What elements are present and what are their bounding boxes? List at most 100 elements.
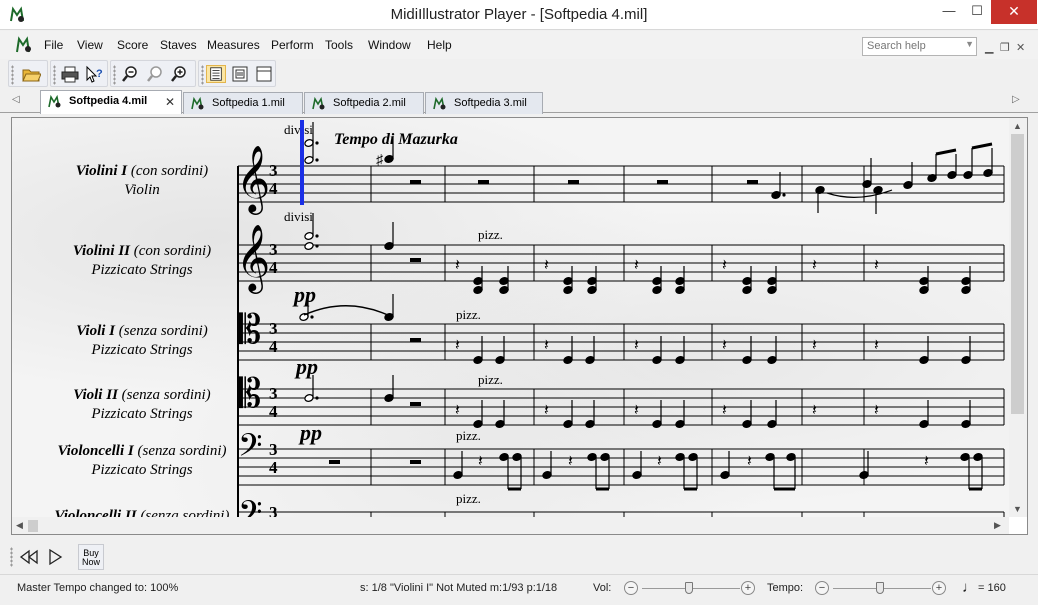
scroll-right-icon[interactable]: ▶ bbox=[994, 520, 1001, 531]
quarter-rest: 𝄽 bbox=[634, 400, 639, 419]
tempo-slider[interactable]: − + bbox=[815, 579, 949, 597]
notes: ♯ 𝄽 𝄽 𝄽 𝄽 𝄽 𝄽 𝄽 𝄽 𝄽 𝄽 𝄽 𝄽 𝄽 𝄽 𝄽 𝄽 𝄽 𝄽 𝄽 𝄽 𝄽 𝄽 𝄽 bbox=[299, 122, 993, 491]
menu-score[interactable]: Score bbox=[117, 38, 148, 52]
tempo-decrease-button[interactable]: − bbox=[815, 581, 829, 595]
menu-measures[interactable]: Measures bbox=[207, 38, 260, 52]
volume-decrease-button[interactable]: − bbox=[624, 581, 638, 595]
buy-now-button[interactable]: Buy Now bbox=[78, 544, 104, 570]
treble-clef-icon: 𝄞 bbox=[236, 223, 270, 294]
quarter-rest: 𝄽 bbox=[657, 451, 662, 470]
menu-tools[interactable]: Tools bbox=[325, 38, 353, 52]
title-bar: MidiIllustrator Player - [Softpedia 4.mi… bbox=[0, 0, 1038, 30]
tempo-knob[interactable] bbox=[876, 582, 884, 594]
tab-scroll-left-icon[interactable]: ◁ bbox=[12, 94, 20, 105]
tab-label: Softpedia 1.mil bbox=[212, 97, 285, 109]
scroll-view-icon[interactable] bbox=[230, 65, 250, 83]
maximize-button[interactable]: ☐ bbox=[963, 0, 991, 24]
menu-view[interactable]: View bbox=[77, 38, 103, 52]
time-sig-bottom: 4 bbox=[269, 179, 278, 198]
zoom-reset-icon[interactable] bbox=[145, 65, 165, 83]
bass-clef-icon: 𝄢 bbox=[238, 494, 262, 517]
document-tab-bar: ◁ ▷ Softpedia 4.mil ✕ Softpedia 1.mil So… bbox=[0, 89, 1038, 114]
mdi-minimize-button[interactable]: ▁ bbox=[985, 41, 993, 54]
dot bbox=[315, 244, 319, 248]
rewind-icon[interactable] bbox=[18, 547, 40, 567]
toolbar-grip[interactable] bbox=[53, 65, 56, 85]
alto-clef-icon: 𝄡 bbox=[239, 307, 261, 353]
dot bbox=[315, 396, 319, 400]
horizontal-scroll-thumb[interactable] bbox=[28, 520, 38, 532]
playhead-cursor[interactable] bbox=[300, 120, 304, 205]
mdi-restore-button[interactable]: ❐ bbox=[1000, 41, 1010, 54]
menu-help[interactable]: Help bbox=[427, 38, 452, 52]
quarter-rest: 𝄽 bbox=[544, 255, 549, 274]
tab-softpedia-4[interactable]: Softpedia 4.mil ✕ bbox=[40, 90, 182, 114]
quarter-note-icon: ♩ bbox=[962, 579, 977, 596]
scroll-left-icon[interactable]: ◀ bbox=[16, 520, 23, 531]
document-icon[interactable] bbox=[14, 35, 34, 55]
toolbar-grip[interactable] bbox=[10, 547, 13, 567]
open-folder-icon[interactable] bbox=[21, 65, 41, 83]
quarter-rest: 𝄽 bbox=[455, 255, 460, 274]
dynamic-pp: pp bbox=[292, 282, 316, 307]
window-title: MidiIllustrator Player - [Softpedia 4.mi… bbox=[390, 6, 648, 23]
zoom-out-icon[interactable] bbox=[120, 65, 140, 83]
tab-softpedia-1[interactable]: Softpedia 1.mil bbox=[183, 92, 303, 114]
minimize-button[interactable]: — bbox=[935, 0, 963, 24]
search-help-input[interactable]: Search help ▼ bbox=[862, 37, 977, 56]
quarter-rest: 𝄽 bbox=[455, 335, 460, 354]
quarter-rest: 𝄽 bbox=[874, 255, 879, 274]
volume-knob[interactable] bbox=[685, 582, 693, 594]
play-icon[interactable] bbox=[44, 547, 66, 567]
menu-window[interactable]: Window bbox=[368, 38, 411, 52]
close-button[interactable]: ✕ bbox=[991, 0, 1037, 24]
tab-scroll-right-icon[interactable]: ▷ bbox=[1012, 94, 1020, 105]
scroll-up-icon[interactable]: ▲ bbox=[1013, 121, 1022, 131]
mdi-close-button[interactable]: ✕ bbox=[1016, 41, 1025, 54]
status-position-info: s: 1/8 "Violini I" Not Muted m:1/93 p:1/… bbox=[360, 582, 558, 594]
score-view[interactable]: Violini I (con sordini) Violin Violini I… bbox=[11, 117, 1028, 535]
half-rest bbox=[478, 180, 489, 184]
toolbar-group-view-mode bbox=[198, 60, 276, 87]
menu-file[interactable]: File bbox=[44, 38, 63, 52]
print-icon[interactable] bbox=[60, 65, 80, 83]
toolbar-grip[interactable] bbox=[113, 65, 116, 85]
tab-label: Softpedia 2.mil bbox=[333, 97, 406, 109]
quarter-rest: 𝄽 bbox=[544, 335, 549, 354]
dot bbox=[315, 141, 319, 145]
scroll-down-icon[interactable]: ▼ bbox=[1013, 504, 1022, 514]
half-rest bbox=[410, 402, 421, 406]
dot bbox=[782, 193, 786, 197]
quarter-rest: 𝄽 bbox=[924, 451, 929, 470]
half-rest bbox=[657, 180, 668, 184]
tab-softpedia-2[interactable]: Softpedia 2.mil bbox=[304, 92, 424, 114]
menu-staves[interactable]: Staves bbox=[160, 38, 197, 52]
volume-slider[interactable]: − + bbox=[624, 579, 758, 597]
page-view-icon[interactable] bbox=[206, 65, 226, 83]
time-sig-bottom: 4 bbox=[269, 258, 278, 277]
tempo-increase-button[interactable]: + bbox=[932, 581, 946, 595]
chevron-down-icon[interactable]: ▼ bbox=[965, 39, 974, 49]
close-tab-icon[interactable]: ✕ bbox=[165, 95, 175, 109]
quarter-rest: 𝄽 bbox=[812, 400, 817, 419]
half-rest bbox=[568, 180, 579, 184]
context-help-icon[interactable]: ? bbox=[84, 65, 104, 83]
tab-softpedia-3[interactable]: Softpedia 3.mil bbox=[425, 92, 543, 114]
score-notation[interactable]: ♯ 𝄽 𝄽 𝄽 𝄽 𝄽 𝄽 𝄽 𝄽 𝄽 𝄽 𝄽 𝄽 𝄽 𝄽 𝄽 𝄽 𝄽 𝄽 𝄽 𝄽 𝄽 𝄽 𝄽 𝄞 𝄞 𝄡 𝄡 𝄢 𝄢 3 4… bbox=[12, 118, 1009, 517]
volume-increase-button[interactable]: + bbox=[741, 581, 755, 595]
quarter-rest: 𝄽 bbox=[747, 451, 752, 470]
menu-perform[interactable]: Perform bbox=[271, 38, 314, 52]
time-sig-top: 3 bbox=[269, 240, 278, 259]
vertical-scroll-thumb[interactable] bbox=[1011, 134, 1024, 414]
vertical-scrollbar[interactable]: ▲ ▼ bbox=[1009, 118, 1027, 517]
toolbar-grip[interactable] bbox=[11, 65, 14, 85]
horizontal-scrollbar[interactable]: ◀ ▶ bbox=[12, 517, 1009, 534]
dynamic-pp: pp bbox=[294, 354, 318, 379]
window-view-icon[interactable] bbox=[254, 65, 274, 83]
half-rest bbox=[410, 258, 421, 262]
zoom-in-icon[interactable] bbox=[169, 65, 189, 83]
half-rest bbox=[410, 338, 421, 342]
toolbar-grip[interactable] bbox=[201, 65, 204, 85]
score-file-icon bbox=[312, 96, 325, 110]
quarter-rest: 𝄽 bbox=[568, 451, 573, 470]
